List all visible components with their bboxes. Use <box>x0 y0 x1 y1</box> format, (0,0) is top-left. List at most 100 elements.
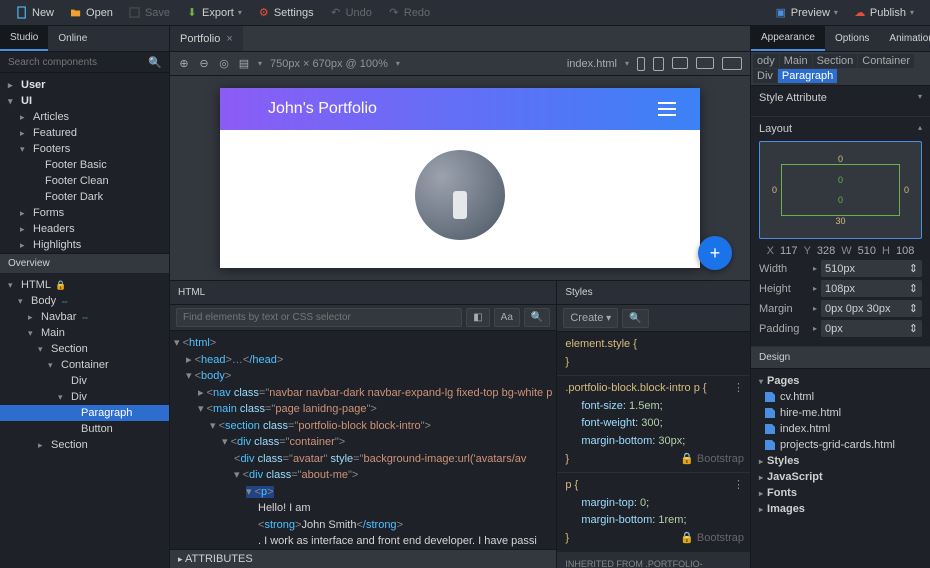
html-tree[interactable]: ▾ <html> ▸ <head>…</head> ▾ <body> ▸ <na… <box>170 331 556 549</box>
find-elements-input[interactable] <box>176 308 462 327</box>
page-file[interactable]: projects-grid-cards.html <box>751 437 930 453</box>
breadcrumb: odyMainSectionContainer DivParagraph <box>751 52 930 86</box>
export-button[interactable]: ⬇Export▾ <box>178 0 250 25</box>
canvas-area[interactable]: John's Portfolio + <box>170 76 750 280</box>
more-icon[interactable]: ⋮ <box>733 477 744 495</box>
width-input[interactable]: 510px⇕ <box>821 260 922 277</box>
padding-input[interactable]: 0px⇕ <box>821 320 922 337</box>
overview-body[interactable]: ▾Body ⇔ <box>0 293 169 309</box>
settings-button[interactable]: ⚙Settings <box>250 0 322 25</box>
javascript-folder[interactable]: ▸JavaScript <box>751 469 930 485</box>
tree-featured[interactable]: ▸Featured <box>12 125 169 141</box>
find-search-btn[interactable]: 🔍 <box>524 308 550 327</box>
device-phone-icon[interactable] <box>637 57 645 71</box>
position-readout: X117 Y328 W510 H108 <box>759 245 922 257</box>
design-panel-header[interactable]: Design <box>751 347 930 369</box>
preview-button[interactable]: ▣Preview▾ <box>767 0 846 25</box>
file-icon <box>765 424 775 434</box>
layers-icon[interactable]: ▤ <box>238 58 250 70</box>
style-attribute-dropdown[interactable]: Style Attribute▾ <box>759 92 922 104</box>
overview-section[interactable]: ▸Section <box>0 437 169 453</box>
crumb-section[interactable]: Section <box>813 54 858 68</box>
crumb-ody[interactable]: ody <box>753 54 779 68</box>
tab-options[interactable]: Options <box>825 26 879 51</box>
box-model[interactable]: 0 0 0 0 0 30 <box>759 141 922 239</box>
find-mode-btn[interactable]: ◧ <box>466 308 489 327</box>
styles-panel: Styles Create ▾ 🔍 element.style { } ⋮ .p… <box>557 280 750 568</box>
undo-button[interactable]: ↶Undo <box>322 0 380 25</box>
overview-div[interactable]: ▾Div <box>0 389 169 405</box>
publish-button[interactable]: ☁Publish▾ <box>846 0 922 25</box>
pages-folder[interactable]: ▾Pages <box>751 373 930 389</box>
tab-studio[interactable]: Studio <box>0 26 48 51</box>
device-laptop-icon[interactable] <box>696 57 714 69</box>
device-tablet-portrait-icon[interactable] <box>653 57 664 71</box>
target-icon[interactable]: ◎ <box>218 58 230 70</box>
styles-folder[interactable]: ▸Styles <box>751 453 930 469</box>
overview-button[interactable]: Button <box>0 421 169 437</box>
page-file[interactable]: index.html <box>751 421 930 437</box>
tree-user[interactable]: ▸User <box>0 77 169 93</box>
css-rule-element[interactable]: element.style { } <box>557 332 750 376</box>
create-style-btn[interactable]: Create ▾ <box>563 308 618 328</box>
tree-ui[interactable]: ▾UI <box>0 93 169 109</box>
device-tablet-landscape-icon[interactable] <box>672 57 688 69</box>
margin-input[interactable]: 0px 0px 30px⇕ <box>821 300 922 317</box>
doc-tab-portfolio[interactable]: Portfolio× <box>170 26 243 51</box>
overview-div[interactable]: Div <box>0 373 169 389</box>
save-icon <box>129 7 141 19</box>
tree-articles[interactable]: ▸Articles <box>12 109 169 125</box>
tree-footer-clean[interactable]: Footer Clean <box>24 173 169 189</box>
device-desktop-icon[interactable] <box>722 57 742 70</box>
search-input[interactable] <box>8 57 149 68</box>
images-folder[interactable]: ▸Images <box>751 501 930 517</box>
styles-search-btn[interactable]: 🔍 <box>622 309 648 328</box>
attributes-header[interactable]: ▸ ATTRIBUTES <box>170 549 556 568</box>
search-icon[interactable]: 🔍 <box>149 56 161 68</box>
inherited-from-header: INHERITED FROM .PORTFOLIO-BLOCK.BLOCK-IN… <box>557 553 750 568</box>
crumb-paragraph[interactable]: Paragraph <box>778 69 837 83</box>
overview-container[interactable]: ▾Container <box>0 357 169 373</box>
page-file[interactable]: cv.html <box>751 389 930 405</box>
save-button[interactable]: Save <box>121 0 178 25</box>
page-title: John's Portfolio <box>268 100 377 118</box>
overview-main[interactable]: ▾Main <box>0 325 169 341</box>
tree-forms[interactable]: ▸Forms <box>12 205 169 221</box>
tree-footer-basic[interactable]: Footer Basic <box>24 157 169 173</box>
zoom-in-icon[interactable]: ⊕ <box>178 58 190 70</box>
layout-section-header[interactable]: Layout▴ <box>759 123 922 135</box>
cloud-upload-icon: ☁ <box>854 7 866 19</box>
height-input[interactable]: 108px⇕ <box>821 280 922 297</box>
canvas-page[interactable]: John's Portfolio <box>220 88 700 268</box>
overview-paragraph[interactable]: Paragraph <box>0 405 169 421</box>
find-case-btn[interactable]: Aa <box>494 308 520 327</box>
crumb-div[interactable]: Div <box>753 69 777 83</box>
close-icon[interactable]: × <box>226 33 232 45</box>
zoom-out-icon[interactable]: ⊖ <box>198 58 210 70</box>
tree-footer-dark[interactable]: Footer Dark <box>24 189 169 205</box>
tree-footers[interactable]: ▾Footers <box>12 141 169 157</box>
tab-appearance[interactable]: Appearance <box>751 26 825 51</box>
tab-online[interactable]: Online <box>48 26 97 51</box>
page-file[interactable]: hire-me.html <box>751 405 930 421</box>
new-button[interactable]: New <box>8 0 62 25</box>
overview-section[interactable]: ▾Section <box>0 341 169 357</box>
canvas-filename[interactable]: index.html <box>567 58 617 70</box>
overview-navbar[interactable]: ▸Navbar ⇔ <box>0 309 169 325</box>
open-button[interactable]: Open <box>62 0 121 25</box>
right-panel: Appearance Options Animation odyMainSect… <box>750 26 930 568</box>
more-icon[interactable]: ⋮ <box>733 380 744 398</box>
add-fab-button[interactable]: + <box>698 236 732 270</box>
crumb-container[interactable]: Container <box>858 54 914 68</box>
tree-headers[interactable]: ▸Headers <box>12 221 169 237</box>
css-rule-p[interactable]: ⋮ p { margin-top: 0; margin-bottom: 1rem… <box>557 473 750 552</box>
tab-animation[interactable]: Animation <box>879 26 930 51</box>
crumb-main[interactable]: Main <box>780 54 812 68</box>
hamburger-icon[interactable] <box>658 102 676 116</box>
html-panel-header: HTML <box>170 281 556 305</box>
tree-highlights[interactable]: ▸Highlights <box>12 237 169 253</box>
css-rule-block-intro-p[interactable]: ⋮ .portfolio-block.block-intro p { font-… <box>557 376 750 473</box>
redo-button[interactable]: ↷Redo <box>380 0 438 25</box>
fonts-folder[interactable]: ▸Fonts <box>751 485 930 501</box>
overview-html[interactable]: ▾HTML 🔒 <box>0 277 169 293</box>
